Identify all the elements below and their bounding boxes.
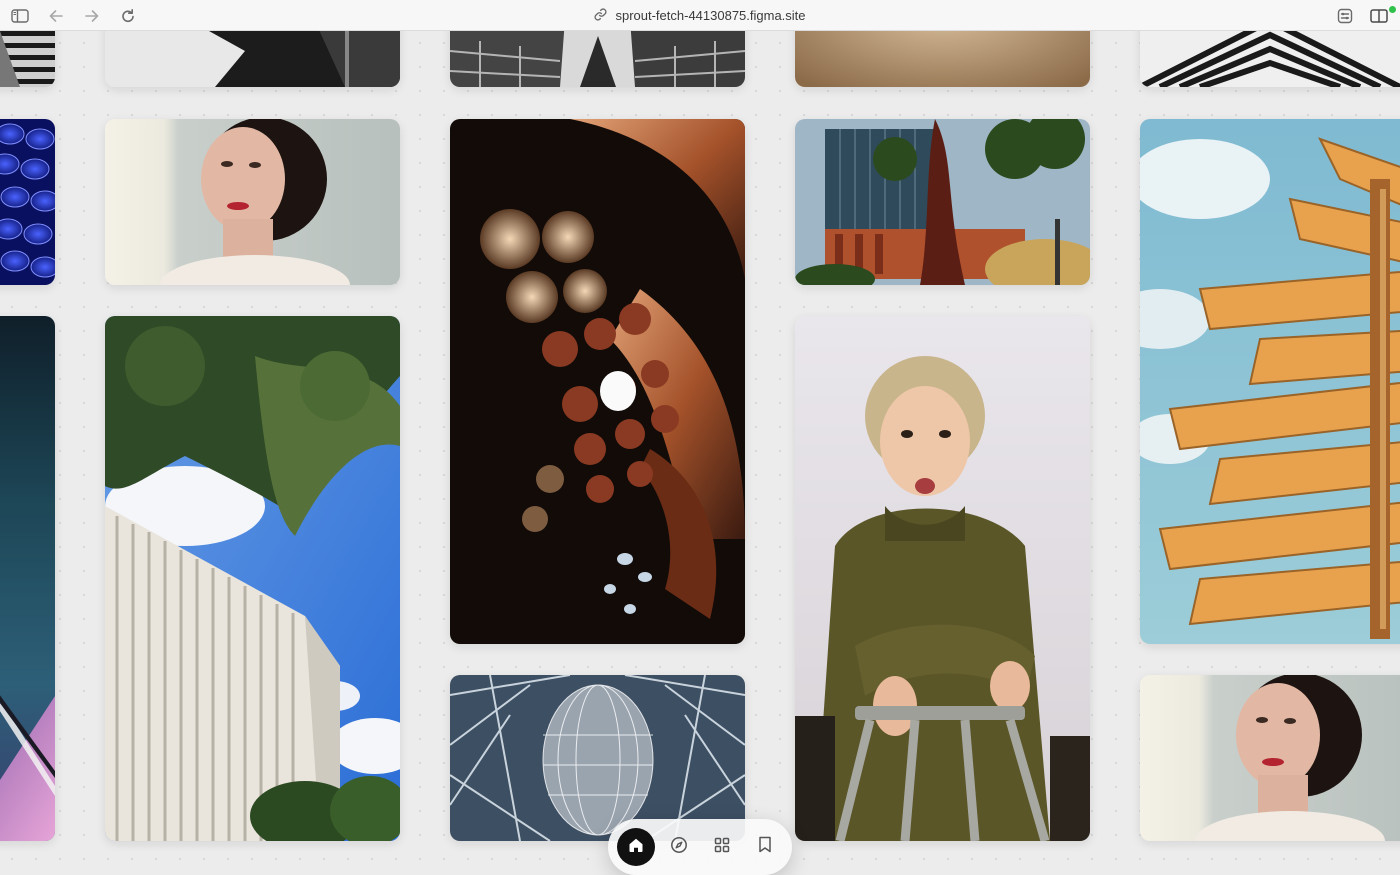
bookmark-icon [758,836,772,858]
photo-image [450,675,745,841]
compass-icon [670,836,688,859]
photo-image [795,119,1090,285]
photo-image [795,316,1090,841]
photo-card[interactable] [0,31,55,87]
forward-arrow-icon[interactable] [82,6,102,26]
dock-home-button[interactable] [617,828,655,866]
dock-explore-button[interactable] [660,828,698,866]
photo-card[interactable] [795,316,1090,841]
bottom-dock [608,819,792,875]
sidebar-toggle-icon[interactable] [10,6,30,26]
dock-bookmark-button[interactable] [746,828,784,866]
photo-image [105,316,400,841]
back-arrow-icon[interactable] [46,6,66,26]
photo-card[interactable] [1140,675,1400,841]
link-icon [594,7,608,24]
split-view-icon[interactable] [1369,6,1389,26]
photo-image [450,31,745,87]
home-icon [627,836,645,859]
photo-card[interactable] [795,31,1090,87]
photo-card[interactable] [795,119,1090,285]
gallery-canvas[interactable] [0,31,1400,875]
photo-image [105,119,400,285]
photo-image [1140,675,1400,841]
reload-icon[interactable] [118,6,138,26]
photo-image [1140,119,1400,644]
url-text: sprout-fetch-44130875.figma.site [615,8,806,23]
photo-card[interactable] [450,675,745,841]
photo-card[interactable] [0,119,55,285]
photo-image [1140,31,1400,87]
photo-card[interactable] [1140,119,1400,644]
photo-card[interactable] [1140,31,1400,87]
photo-image [450,119,745,644]
photo-image [795,31,1090,87]
address-bar[interactable]: sprout-fetch-44130875.figma.site [594,7,806,24]
photo-card[interactable] [105,31,400,87]
status-indicator [1388,5,1397,14]
photo-card[interactable] [450,31,745,87]
extension-icon[interactable] [1335,6,1355,26]
browser-toolbar: sprout-fetch-44130875.figma.site [0,0,1400,31]
photo-image [0,119,55,285]
grid-icon [714,837,730,858]
photo-card[interactable] [450,119,745,644]
photo-card[interactable] [105,119,400,285]
photo-image [0,316,55,841]
photo-image [105,31,400,87]
photo-card[interactable] [0,316,55,841]
dock-grid-button[interactable] [703,828,741,866]
photo-image [0,31,55,87]
photo-card[interactable] [105,316,400,841]
